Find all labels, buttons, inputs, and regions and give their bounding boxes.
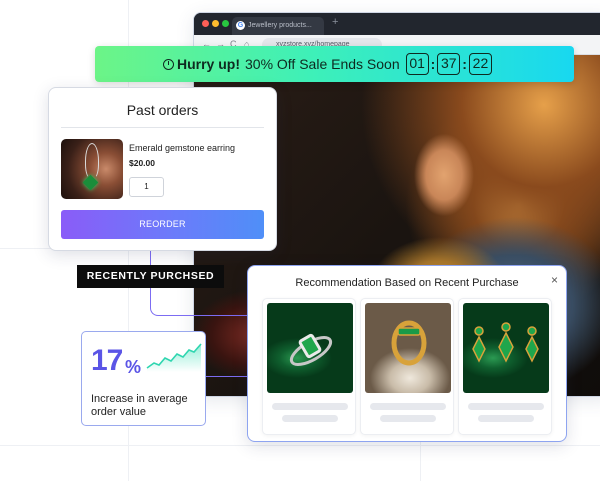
product-card[interactable]	[360, 298, 454, 435]
sale-banner: Hurry up! 30% Off Sale Ends Soon 01 : 37…	[95, 46, 574, 82]
product-name[interactable]: Emerald gemstone earring	[129, 143, 235, 153]
stat-label: Increase in average order value	[91, 393, 188, 418]
earring-thumbnail[interactable]	[61, 139, 123, 199]
countdown-seconds: 22	[468, 53, 492, 75]
emerald-ring-shape	[289, 333, 333, 366]
sparkline-icon	[146, 343, 202, 372]
reorder-button[interactable]: REORDER	[61, 210, 264, 239]
countdown-minutes: 37	[437, 53, 461, 75]
stage: G Jewellery products... + ← → C ⌂ xyzsto…	[0, 0, 600, 481]
emerald-ring-image[interactable]	[267, 303, 353, 393]
banner-text: 30% Off Sale Ends Soon	[245, 56, 400, 72]
clock-icon	[163, 58, 174, 70]
past-orders-card: Past orders Emerald gemstone earring $20…	[48, 87, 277, 251]
placeholder-line	[272, 403, 348, 410]
minimize-window-dot[interactable]	[212, 20, 219, 27]
new-tab-button[interactable]: +	[332, 16, 338, 28]
grid-line	[0, 445, 600, 446]
close-icon[interactable]: ×	[551, 273, 558, 287]
earring-hook-shape	[85, 143, 99, 179]
placeholder-line	[380, 415, 436, 422]
tab-bar: G Jewellery products... +	[194, 13, 600, 35]
recommendation-panel: Recommendation Based on Recent Purchase …	[247, 265, 567, 442]
emerald-earrings-shape	[472, 322, 539, 363]
placeholder-line	[468, 403, 544, 410]
product-card[interactable]	[262, 298, 356, 435]
stat-card: 17 % Increase in average order value	[81, 331, 206, 426]
browser-tab[interactable]: G Jewellery products...	[232, 17, 324, 35]
recently-purchased-tag: RECENTLY PURCHSED	[77, 265, 224, 288]
stat-unit: %	[125, 357, 142, 377]
divider	[61, 127, 264, 128]
maximize-window-dot[interactable]	[222, 20, 229, 27]
gold-emerald-ring-image[interactable]	[365, 303, 451, 393]
connector-line	[206, 376, 248, 377]
gold-ring-shape	[391, 320, 427, 366]
banner-lead: Hurry up!	[177, 56, 240, 72]
placeholder-line	[282, 415, 338, 422]
product-price: $20.00	[129, 158, 155, 168]
tab-title: Jewellery products...	[248, 22, 312, 29]
placeholder-line	[478, 415, 534, 422]
recommendation-title: Recommendation Based on Recent Purchase	[295, 277, 519, 289]
countdown-separator: :	[462, 56, 467, 72]
close-window-dot[interactable]	[202, 20, 209, 27]
countdown-separator: :	[430, 56, 436, 72]
countdown-hours: 01	[405, 53, 429, 75]
placeholder-line	[370, 403, 446, 410]
stat-value: 17	[91, 344, 123, 377]
past-orders-title: Past orders	[126, 102, 199, 118]
emerald-earrings-image[interactable]	[463, 303, 549, 393]
product-card[interactable]	[458, 298, 552, 435]
quantity-field[interactable]: 1	[129, 177, 164, 197]
google-favicon-icon: G	[236, 21, 245, 30]
